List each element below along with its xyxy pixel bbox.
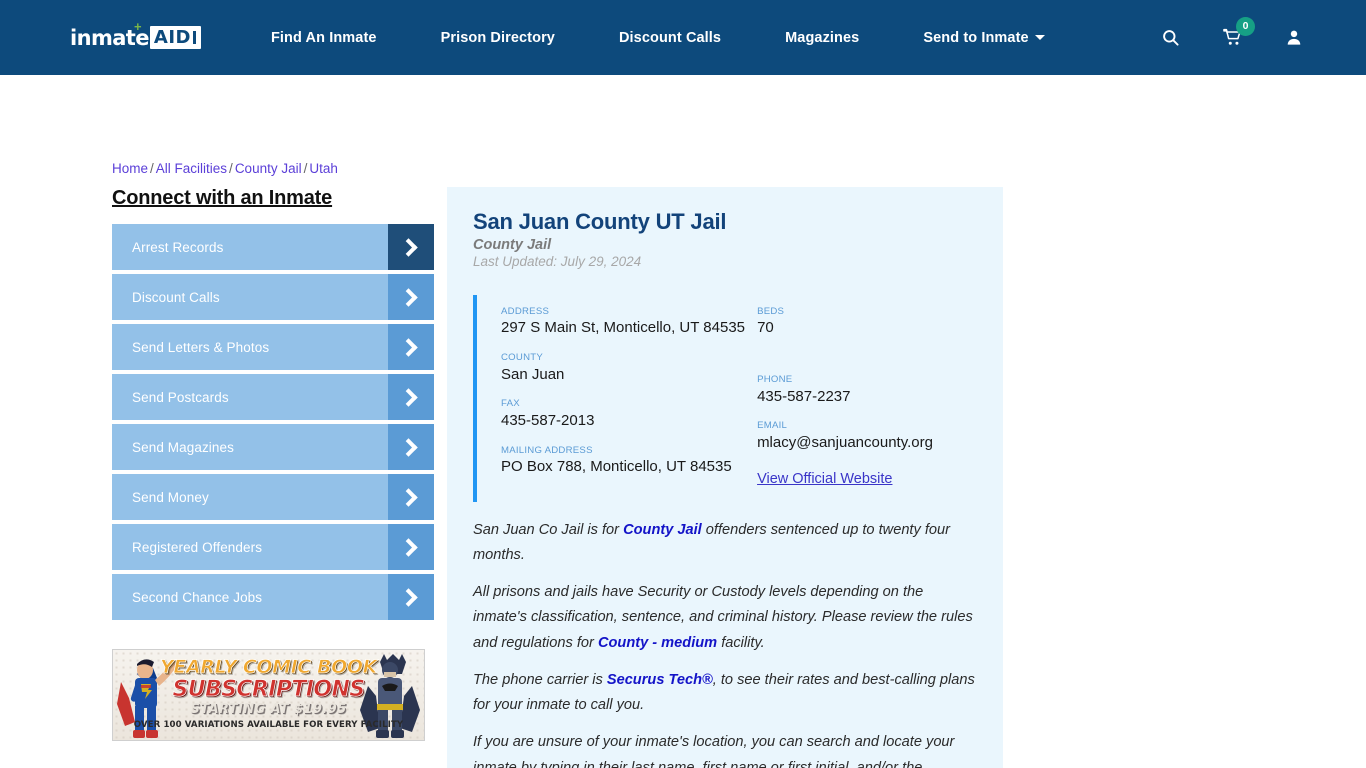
chevron-right-icon [388, 224, 434, 270]
chevron-right-icon [388, 424, 434, 470]
main-nav: Find An Inmate Prison Directory Discount… [271, 0, 1152, 75]
breadcrumb-item-county-jail[interactable]: County Jail [235, 161, 302, 176]
ad-headline-2: SUBSCRIPTIONS [172, 677, 365, 703]
site-header: inmate + AID Find An Inmate Prison Direc… [0, 0, 1366, 75]
field-value: 435-587-2013 [501, 411, 595, 429]
field-label: COUNTY [501, 352, 544, 364]
field-label: PHONE [757, 374, 793, 386]
chevron-right-icon [388, 574, 434, 620]
logo-aid-badge: AID [149, 26, 201, 49]
facility-info-column-right: BEDS 70 PHONE 435-587-2237 EMAIL mlacy@s… [757, 305, 975, 490]
nav-magazines[interactable]: Magazines [785, 30, 859, 46]
breadcrumb-separator: / [229, 161, 233, 176]
sidebar-item-arrest-records[interactable]: Arrest Records [112, 224, 434, 270]
field-beds: BEDS 70 [757, 305, 975, 338]
cart-icon[interactable]: 0 [1220, 16, 1255, 50]
ad-subtext: OVER 100 VARIATIONS AVAILABLE FOR EVERY … [133, 720, 404, 730]
p1-text-a: San Juan Co Jail is for [473, 521, 624, 538]
field-value: mlacy@sanjuancounty.org [757, 433, 933, 451]
field-value: 297 S Main St, Monticello, UT 84535 [501, 319, 746, 337]
chevron-right-icon [388, 524, 434, 570]
nav-prison-directory[interactable]: Prison Directory [441, 30, 555, 46]
sidebar-item-second-chance-jobs[interactable]: Second Chance Jobs [112, 574, 434, 620]
account-icon[interactable] [1282, 26, 1306, 50]
p3-highlight-securus-tech[interactable]: Securus Tech® [607, 672, 713, 688]
nav-discount-calls[interactable]: Discount Calls [619, 30, 721, 46]
field-mailing-address: MAILING ADDRESS PO Box 788, Monticello, … [501, 444, 757, 477]
sidebar-item-label: Discount Calls [132, 289, 220, 305]
p2-highlight-county-medium[interactable]: County - medium [598, 635, 717, 651]
nav-send-to-inmate[interactable]: Send to Inmate [923, 29, 1045, 46]
description-paragraph-3: The phone carrier is Securus Tech®, to s… [473, 668, 975, 718]
sidebar-item-send-money[interactable]: Send Money [112, 474, 434, 520]
ad-headline-1: YEARLY COMIC BOOK [160, 656, 378, 679]
p2-text-b: facility. [717, 634, 765, 651]
field-value: PO Box 788, Monticello, UT 84535 [501, 457, 732, 475]
field-label: EMAIL [757, 420, 788, 432]
sidebar-item-label: Send Letters & Photos [132, 339, 270, 355]
ad-price-text: STARTING AT $19.95 [190, 702, 347, 717]
breadcrumb-item-utah[interactable]: Utah [309, 161, 338, 176]
field-label: MAILING ADDRESS [501, 444, 593, 456]
description-paragraph-4: If you are unsure of your inmate's locat… [473, 734, 955, 768]
comic-book-ad-banner[interactable]: YEARLY COMIC BOOK SUBSCRIPTIONS STARTING… [112, 649, 425, 741]
field-phone: PHONE 435-587-2237 [757, 373, 975, 406]
chevron-right-icon [388, 374, 434, 420]
sidebar: Connect with an Inmate Arrest Records Di… [112, 187, 434, 624]
field-label: ADDRESS [501, 306, 550, 317]
site-logo[interactable]: inmate + AID [70, 18, 201, 53]
logo-aid-text: AID [153, 27, 191, 48]
nav-send-to-inmate-label: Send to Inmate [923, 29, 1029, 46]
sidebar-item-label: Send Postcards [132, 389, 229, 405]
facility-type: County Jail [473, 237, 552, 253]
description-paragraph-2: All prisons and jails have Security or C… [473, 580, 975, 656]
field-fax: FAX 435-587-2013 [501, 397, 757, 430]
sidebar-item-label: Registered Offenders [132, 539, 263, 555]
nav-find-an-inmate[interactable]: Find An Inmate [271, 30, 377, 46]
chevron-right-icon [388, 474, 434, 520]
sidebar-item-label: Arrest Records [132, 239, 224, 255]
search-icon[interactable] [1158, 26, 1182, 50]
facility-description: San Juan Co Jail is for County Jail offe… [473, 518, 975, 768]
cart-count-badge: 0 [1236, 16, 1255, 36]
logo-aid-bar [192, 31, 196, 44]
facility-detail-panel: San Juan County UT Jail County Jail Last… [447, 187, 1003, 768]
logo-plus-icon: + [134, 18, 142, 34]
breadcrumb-item-all-facilities[interactable]: All Facilities [156, 161, 227, 176]
field-value: San Juan [501, 365, 565, 383]
breadcrumb-item-home[interactable]: Home [112, 161, 148, 176]
field-email: EMAIL mlacy@sanjuancounty.org [757, 419, 975, 452]
sidebar-title: Connect with an Inmate [112, 187, 333, 209]
sidebar-item-send-postcards[interactable]: Send Postcards [112, 374, 434, 420]
page-title: San Juan County UT Jail [473, 209, 727, 234]
chevron-right-icon [388, 324, 434, 370]
facility-last-updated: Last Updated: July 29, 2024 [473, 254, 642, 269]
p1-highlight-county-jail[interactable]: County Jail [623, 522, 702, 538]
breadcrumb: Home / All Facilities / County Jail / Utah [112, 161, 338, 176]
facility-info-block: ADDRESS 297 S Main St, Monticello, UT 84… [473, 295, 975, 502]
field-value: 70 [757, 319, 774, 337]
description-paragraph-1: San Juan Co Jail is for County Jail offe… [473, 518, 975, 568]
sidebar-item-discount-calls[interactable]: Discount Calls [112, 274, 434, 320]
chevron-right-icon [388, 274, 434, 320]
field-label: FAX [501, 398, 520, 410]
sidebar-item-send-magazines[interactable]: Send Magazines [112, 424, 434, 470]
sidebar-item-send-letters-photos[interactable]: Send Letters & Photos [112, 324, 434, 370]
field-county: COUNTY San Juan [501, 351, 757, 384]
header-icons: 0 [1158, 16, 1306, 50]
sidebar-item-label: Second Chance Jobs [132, 589, 263, 605]
breadcrumb-separator: / [150, 161, 154, 176]
view-official-website-link[interactable]: View Official Website [757, 471, 975, 487]
chevron-down-icon [1034, 34, 1045, 40]
sidebar-item-label: Send Money [132, 489, 209, 505]
p3-text-a: The phone carrier is [473, 671, 607, 688]
field-address: ADDRESS 297 S Main St, Monticello, UT 84… [501, 305, 757, 338]
field-value: 435-587-2237 [757, 387, 851, 405]
page-body: Home / All Facilities / County Jail / Utah Con… [0, 75, 1366, 768]
sidebar-item-label: Send Magazines [132, 439, 234, 455]
field-label: BEDS [757, 306, 785, 317]
sidebar-item-registered-offenders[interactable]: Registered Offenders [112, 524, 434, 570]
facility-info-column-left: ADDRESS 297 S Main St, Monticello, UT 84… [501, 305, 757, 490]
